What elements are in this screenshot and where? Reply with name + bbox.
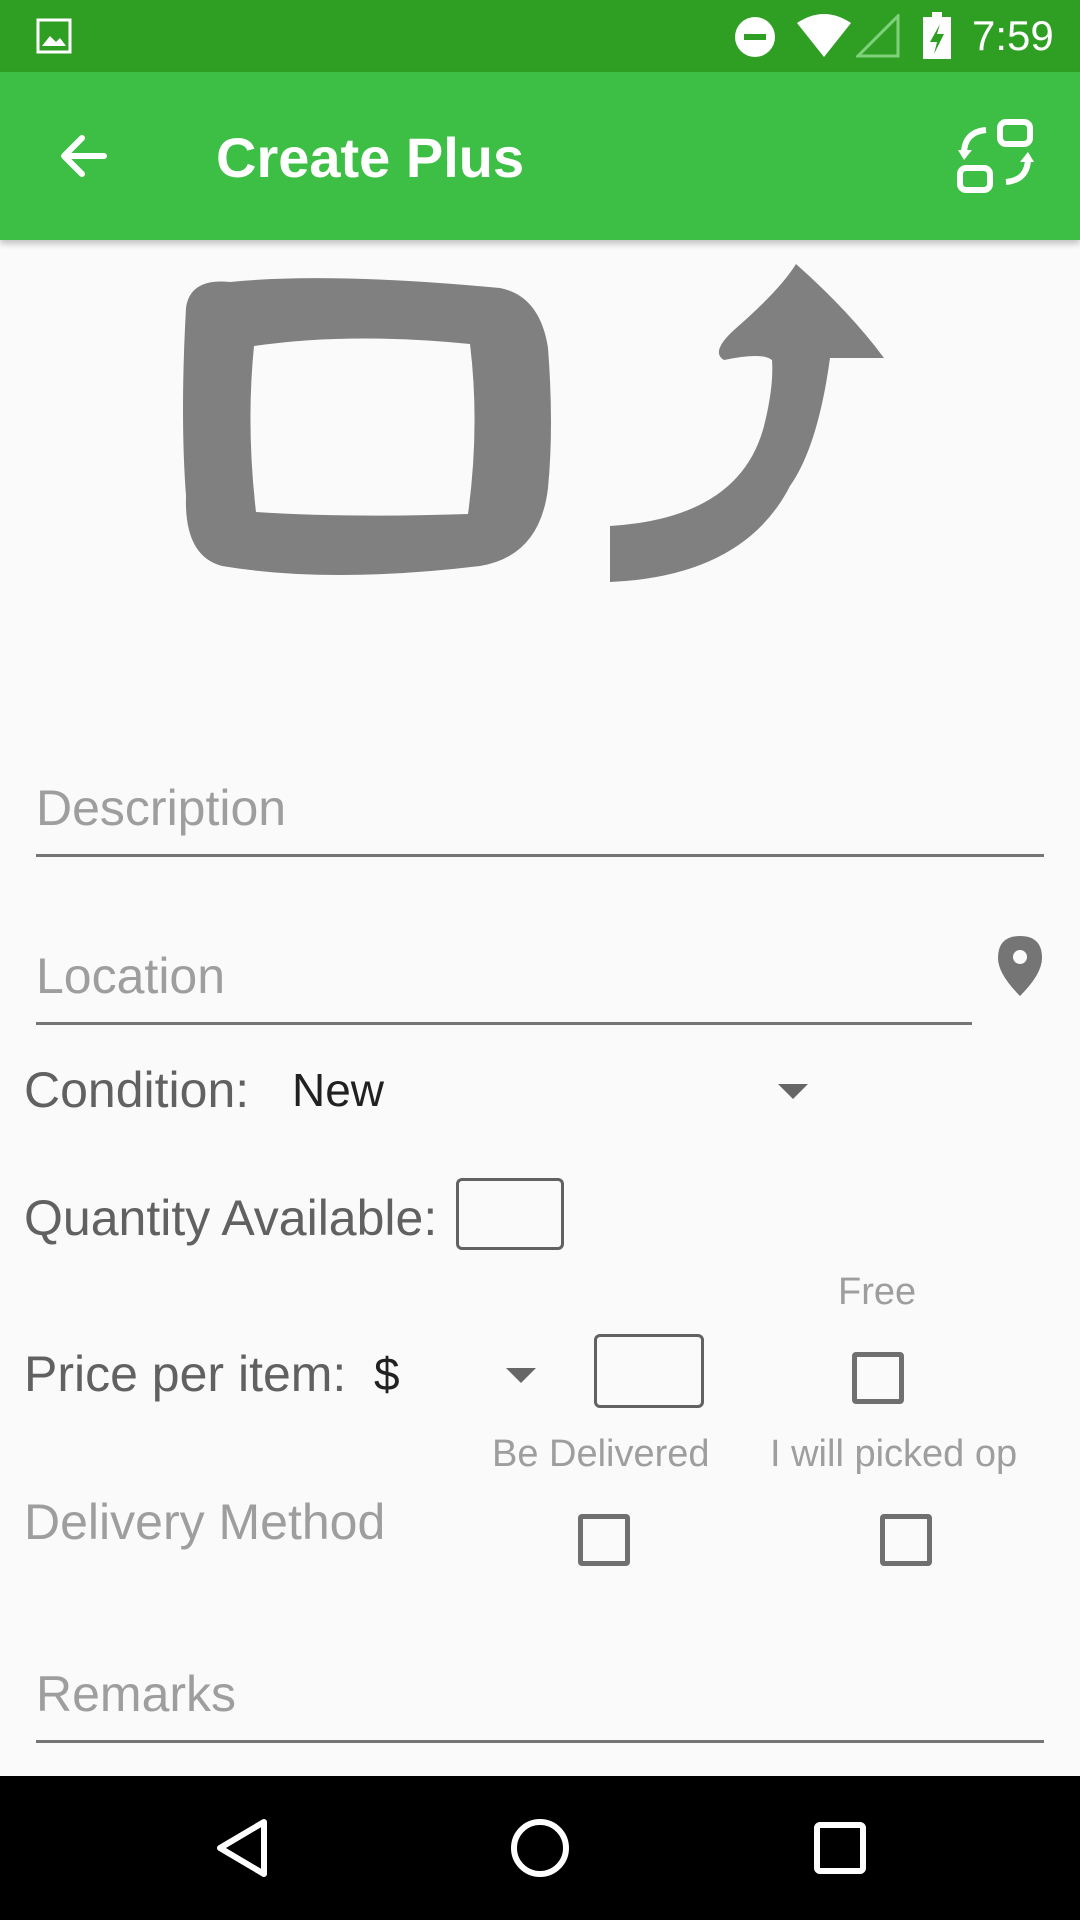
pickup-checkbox[interactable] [880, 1514, 932, 1566]
arrow-back-icon[interactable] [54, 126, 114, 186]
wifi-icon [797, 14, 851, 57]
free-label: Free [838, 1271, 917, 1313]
free-checkbox[interactable] [852, 1352, 904, 1404]
quantity-label: Quantity Available: [24, 1190, 438, 1246]
currency-value: $ [374, 1348, 400, 1400]
status-time: 7:59 [972, 12, 1054, 59]
gallery-icon [36, 18, 72, 54]
delivery-method-label: Delivery Method [24, 1494, 386, 1550]
back-triangle-icon[interactable] [214, 1818, 270, 1878]
remarks-underline [36, 1740, 1044, 1743]
swap-layout-icon[interactable] [954, 114, 1038, 198]
be-delivered-checkbox[interactable] [578, 1514, 630, 1566]
location-pin-icon[interactable] [996, 934, 1044, 998]
chevron-down-icon [778, 1084, 808, 1099]
do-not-disturb-icon [735, 17, 775, 57]
price-label: Price per item: [24, 1346, 347, 1402]
currency-dropdown[interactable]: $ [364, 1342, 544, 1406]
navigation-bar [0, 1776, 1080, 1920]
home-circle-icon[interactable] [510, 1818, 570, 1878]
description-underline [36, 854, 1044, 857]
description-field[interactable]: Description [36, 778, 286, 838]
rotate-frame-icon[interactable] [150, 256, 910, 596]
location-field[interactable]: Location [36, 946, 225, 1006]
signal-icon [856, 14, 900, 58]
recents-square-icon[interactable] [814, 1822, 866, 1874]
quantity-input[interactable] [456, 1178, 564, 1250]
condition-value: New [292, 1064, 385, 1116]
status-bar: 7:59 [0, 0, 1080, 72]
price-input[interactable] [594, 1334, 704, 1408]
be-delivered-label: Be Delivered [492, 1433, 710, 1475]
condition-label: Condition: [24, 1062, 250, 1118]
condition-dropdown[interactable]: New [282, 1058, 822, 1122]
page-title: Create Plus [216, 126, 525, 189]
app-bar: Create Plus [0, 72, 1080, 240]
remarks-field[interactable]: Remarks [36, 1664, 236, 1724]
battery-charging-icon [923, 12, 951, 59]
location-underline [36, 1022, 972, 1025]
chevron-down-icon [506, 1368, 536, 1383]
pickup-label: I will picked op [770, 1433, 1018, 1475]
